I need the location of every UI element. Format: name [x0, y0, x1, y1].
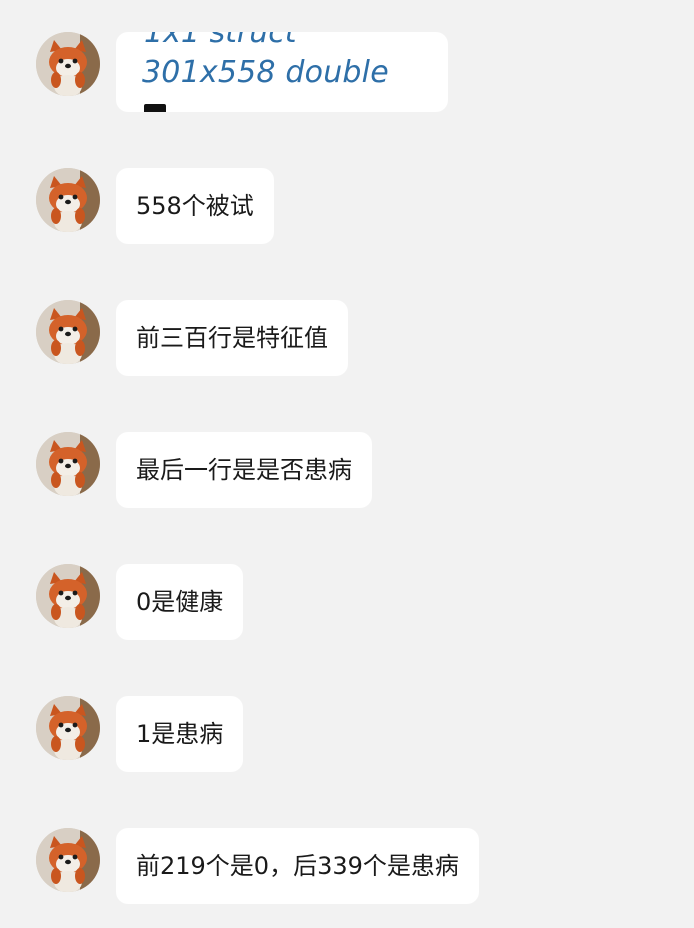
chat-message: 1是患病 — [36, 696, 244, 772]
avatar[interactable] — [36, 32, 100, 96]
red-panda-plush-avatar-icon — [36, 32, 100, 96]
red-panda-plush-avatar-icon — [36, 564, 100, 628]
chat-message: 最后一行是是否患病 — [36, 432, 372, 508]
message-bubble[interactable]: 1是患病 — [116, 696, 244, 772]
red-panda-plush-avatar-icon — [36, 300, 100, 364]
avatar[interactable] — [36, 564, 100, 628]
avatar[interactable] — [36, 300, 100, 364]
red-panda-plush-avatar-icon — [36, 696, 100, 760]
chat-message: 0是健康 — [36, 564, 244, 640]
red-panda-plush-avatar-icon — [36, 828, 100, 892]
chat-message: 前三百行是特征值 — [36, 300, 348, 376]
matlab-workspace-snippet: 1x1 struct 301x558 double — [116, 32, 448, 112]
image-attachment[interactable]: 1x1 struct 301x558 double — [116, 32, 448, 112]
message-bubble[interactable]: 最后一行是是否患病 — [116, 432, 372, 508]
snippet-line-1: 1x1 struct — [144, 32, 297, 50]
message-bubble[interactable]: 558个被试 — [116, 168, 274, 244]
chat-message-image: 1x1 struct 301x558 double — [36, 32, 448, 112]
avatar[interactable] — [36, 828, 100, 892]
message-bubble[interactable]: 前219个是0，后339个是患病 — [116, 828, 479, 904]
chat-message: 558个被试 — [36, 168, 274, 244]
avatar[interactable] — [36, 696, 100, 760]
chat-message: 前219个是0，后339个是患病 — [36, 828, 479, 904]
chat-message-list: 1x1 struct 301x558 double 558个被试 前三百行是特征… — [0, 0, 694, 928]
avatar[interactable] — [36, 432, 100, 496]
snippet-cropped-mark — [144, 104, 166, 112]
message-bubble[interactable]: 前三百行是特征值 — [116, 300, 348, 376]
red-panda-plush-avatar-icon — [36, 432, 100, 496]
snippet-line-2: 301x558 double — [142, 55, 389, 90]
red-panda-plush-avatar-icon — [36, 168, 100, 232]
avatar[interactable] — [36, 168, 100, 232]
message-bubble[interactable]: 0是健康 — [116, 564, 244, 640]
